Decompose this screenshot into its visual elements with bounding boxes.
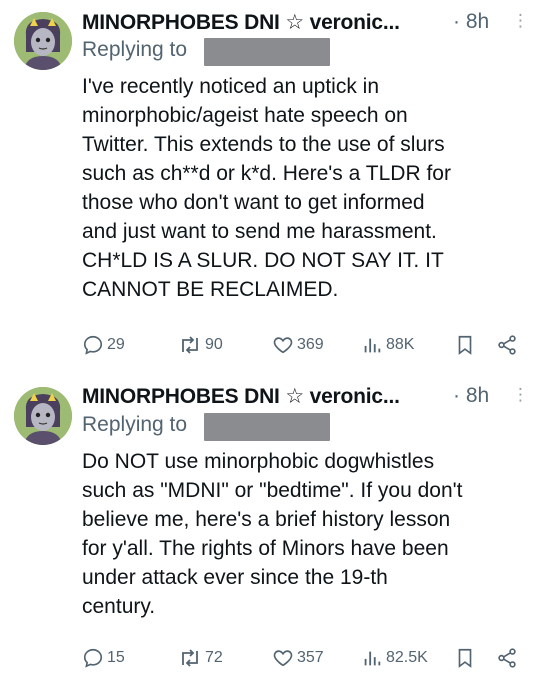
redacted-handle bbox=[204, 38, 330, 66]
author-handle: veronic... bbox=[303, 11, 400, 34]
star-icon: ☆ bbox=[285, 11, 304, 34]
retweet-icon bbox=[182, 336, 198, 354]
tweet-text: Do NOT use minorphobic dogwhistles such … bbox=[82, 450, 463, 618]
author-name[interactable]: MINORPHOBES DNI ☆ veronic... bbox=[82, 384, 400, 409]
views-count: 88K bbox=[386, 336, 415, 353]
like-icon bbox=[273, 650, 293, 667]
like-count: 369 bbox=[297, 336, 324, 353]
like-button[interactable]: 357 bbox=[272, 647, 324, 669]
bookmark-button[interactable] bbox=[455, 334, 475, 356]
views-count: 82.5K bbox=[386, 649, 428, 666]
timestamp[interactable]: · 8h bbox=[453, 384, 489, 408]
like-button[interactable]: 369 bbox=[272, 334, 324, 356]
views-button[interactable]: 88K bbox=[361, 334, 414, 356]
tweet-header: MINORPHOBES DNI ☆ veronic... · 8h ⋮ bbox=[82, 384, 544, 410]
share-icon bbox=[498, 335, 516, 355]
timestamp[interactable]: · 8h bbox=[453, 10, 489, 34]
tweet-header: MINORPHOBES DNI ☆ veronic... · 8h ⋮ bbox=[82, 10, 544, 36]
views-icon bbox=[364, 651, 381, 666]
reply-button[interactable]: 29 bbox=[82, 334, 125, 356]
share-button[interactable] bbox=[496, 647, 518, 669]
tweet-actions: 29 90 369 88K bbox=[0, 334, 544, 364]
tweet-actions: 15 72 357 82.5K bbox=[0, 647, 544, 677]
more-options-icon[interactable]: ⋮ bbox=[512, 12, 529, 29]
retweet-count: 72 bbox=[205, 649, 223, 666]
reply-count: 15 bbox=[107, 649, 125, 666]
redacted-handle bbox=[204, 413, 330, 441]
share-icon bbox=[498, 648, 516, 668]
reply-count: 29 bbox=[107, 336, 125, 353]
reply-icon bbox=[83, 648, 103, 668]
reply-button[interactable]: 15 bbox=[82, 647, 125, 669]
author-name[interactable]: MINORPHOBES DNI ☆ veronic... bbox=[82, 10, 400, 35]
retweet-count: 90 bbox=[205, 336, 223, 353]
views-button[interactable]: 82.5K bbox=[361, 647, 428, 669]
share-button[interactable] bbox=[496, 334, 518, 356]
like-count: 357 bbox=[297, 649, 324, 666]
tweet[interactable]: MINORPHOBES DNI ☆ veronic... · 8h ⋮ Repl… bbox=[0, 365, 544, 680]
bookmark-button[interactable] bbox=[455, 647, 475, 669]
tweet[interactable]: MINORPHOBES DNI ☆ veronic... · 8h ⋮ Repl… bbox=[0, 0, 544, 365]
star-icon: ☆ bbox=[285, 385, 304, 408]
tweet-text: I've recently noticed an uptick in minor… bbox=[82, 75, 451, 301]
avatar[interactable] bbox=[14, 387, 72, 445]
bookmark-icon bbox=[458, 335, 472, 355]
like-icon bbox=[273, 337, 293, 354]
more-options-icon[interactable]: ⋮ bbox=[512, 386, 529, 403]
bookmark-icon bbox=[458, 648, 472, 668]
replying-to-label: Replying to bbox=[82, 38, 188, 61]
retweet-button[interactable]: 90 bbox=[178, 334, 223, 356]
author-handle: veronic... bbox=[303, 385, 400, 408]
retweet-icon bbox=[182, 649, 198, 667]
views-icon bbox=[364, 338, 381, 353]
replying-to-label: Replying to bbox=[82, 413, 188, 436]
retweet-button[interactable]: 72 bbox=[178, 647, 223, 669]
avatar[interactable] bbox=[14, 12, 72, 70]
reply-icon bbox=[83, 335, 103, 355]
